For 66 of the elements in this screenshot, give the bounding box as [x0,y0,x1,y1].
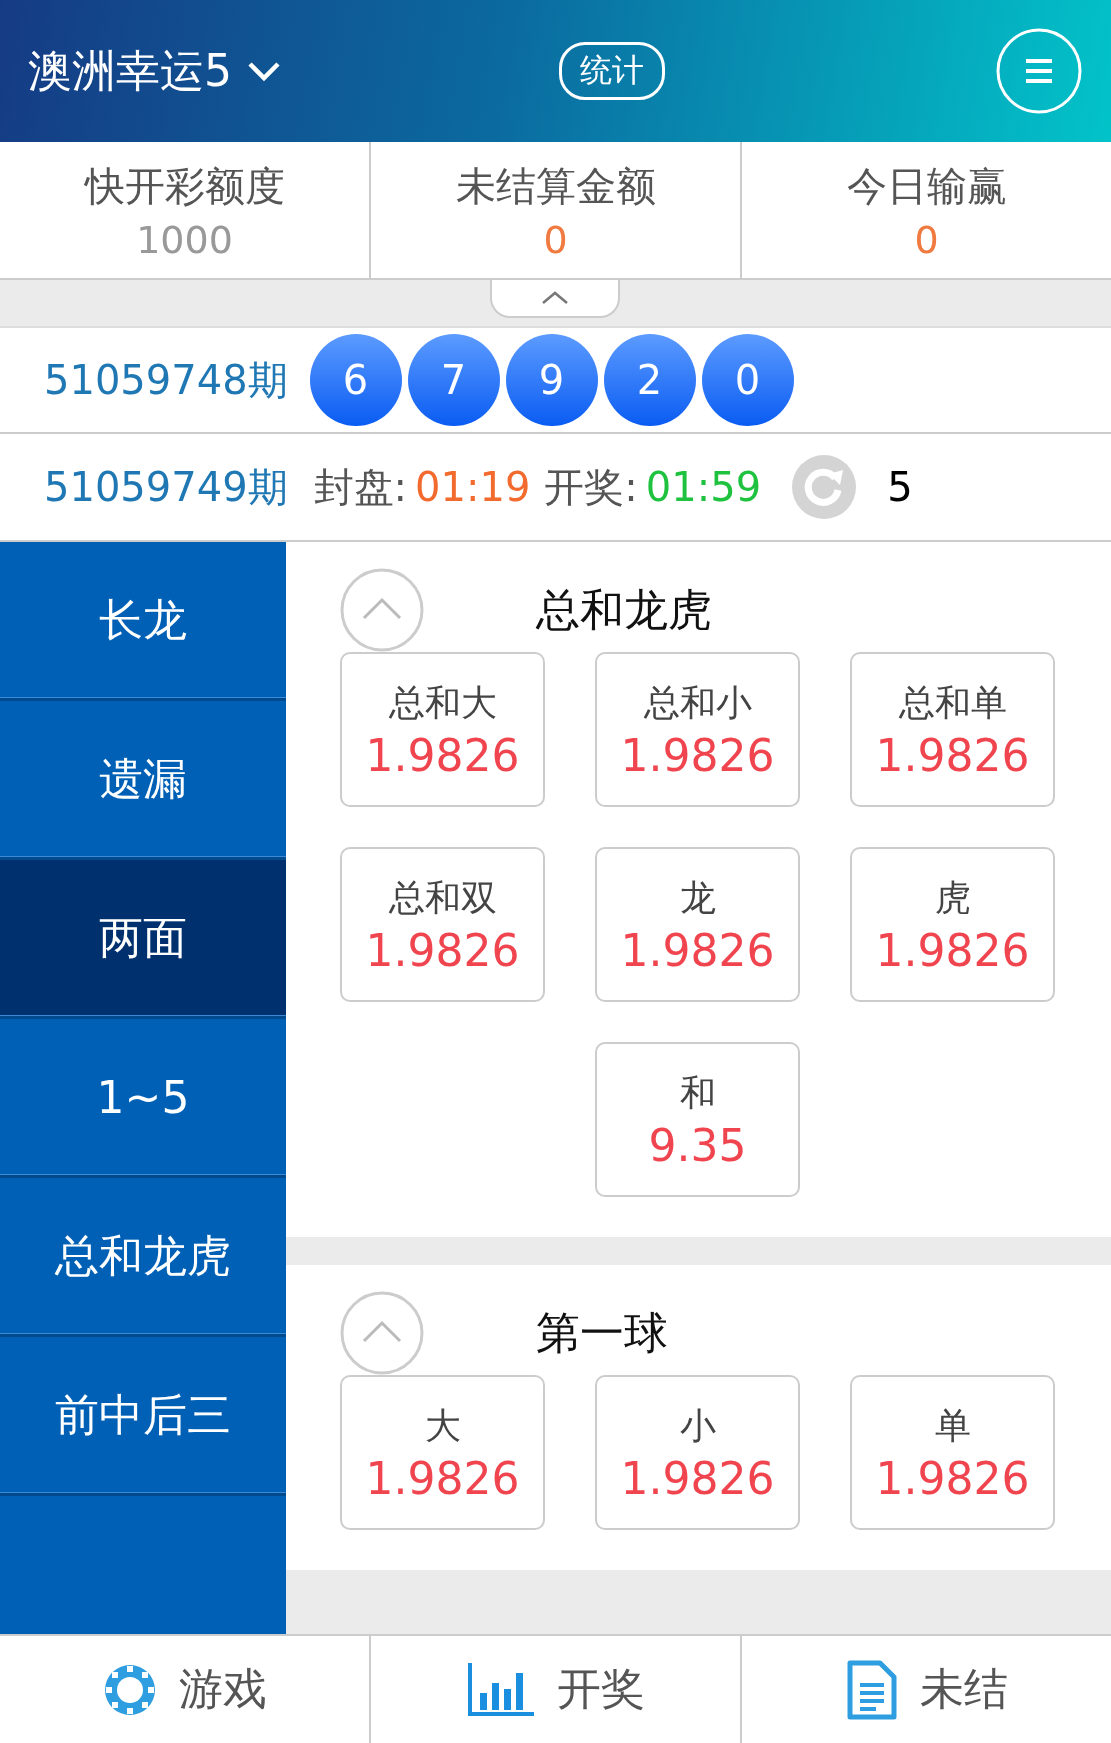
close-countdown: 01:19 [415,464,531,510]
summary-value: 0 [543,217,568,262]
option-name: 总和小 [643,680,752,725]
summary-value: 1000 [136,217,233,262]
summary-value: 0 [914,217,939,262]
nav-tab[interactable]: 游戏 [0,1636,371,1743]
option-odds: 1.9826 [365,1452,520,1504]
option-name: 大 [424,1403,461,1448]
bet-option[interactable]: 总和双 1.9826 [340,847,545,1002]
option-odds: 1.9826 [365,924,520,976]
bet-option[interactable]: 和 9.35 [595,1042,800,1197]
bet-option[interactable]: 大 1.9826 [340,1375,545,1530]
bet-option[interactable]: 龙 1.9826 [595,847,800,1002]
refresh-icon[interactable] [791,454,858,520]
option-odds: 1.9826 [875,1452,1030,1504]
summary-label: 快开彩额度 [84,161,285,211]
summary-label: 今日输赢 [846,161,1007,211]
option-name: 总和单 [898,680,1007,725]
option-name: 小 [679,1403,716,1448]
option-name: 龙 [679,875,716,920]
chevron-down-icon [246,59,282,83]
option-name: 总和大 [388,680,497,725]
option-odds: 1.9826 [875,924,1030,976]
option-odds: 1.9826 [620,729,775,781]
lottery-selector[interactable]: 澳洲幸运5 [28,41,328,101]
option-odds: 9.35 [648,1119,747,1171]
issue-number: 51059749期 [44,462,288,512]
collapse-icon[interactable] [340,1291,424,1375]
poker-chip-icon [102,1662,157,1717]
option-odds: 1.9826 [875,729,1030,781]
result-ball: 0 [701,334,794,426]
option-name: 和 [679,1070,716,1115]
issue-number: 51059748期 [44,355,288,405]
option-name: 总和双 [388,875,497,920]
bet-option[interactable]: 总和单 1.9826 [850,652,1055,807]
collapse-tab[interactable] [490,280,620,318]
draw-label: 开奖: [544,462,638,512]
refresh-countdown: 5 [887,464,913,510]
section-title: 第一球 [536,1305,668,1360]
close-label: 封盘: [313,462,408,512]
nav-tab[interactable]: 未结 [742,1636,1111,1743]
bet-option[interactable]: 总和大 1.9826 [340,652,545,807]
bet-option[interactable]: 总和小 1.9826 [595,652,800,807]
stats-button[interactable]: 统计 [558,42,665,100]
chevron-up-icon [541,291,569,305]
nav-tab[interactable]: 开奖 [371,1636,742,1743]
summary-label: 未结算金额 [455,161,656,211]
option-name: 虎 [934,875,971,920]
bet-option[interactable]: 虎 1.9826 [850,847,1055,1002]
bar-chart-icon [466,1662,535,1717]
section-title: 总和龙虎 [536,582,712,637]
result-ball: 7 [407,334,500,426]
option-odds: 1.9826 [365,729,520,781]
result-ball: 2 [603,334,696,426]
bet-option[interactable]: 单 1.9826 [850,1375,1055,1530]
option-name: 单 [934,1403,971,1448]
menu-icon[interactable] [995,27,1083,115]
option-odds: 1.9826 [620,924,775,976]
document-icon [845,1658,898,1721]
collapse-icon[interactable] [340,568,424,652]
result-ball: 6 [309,334,402,426]
bet-option[interactable]: 小 1.9826 [595,1375,800,1530]
draw-countdown: 01:59 [645,464,762,510]
result-ball: 9 [505,334,598,426]
option-odds: 1.9826 [620,1452,775,1504]
sidebar-item[interactable]: 两面 [0,860,286,1019]
